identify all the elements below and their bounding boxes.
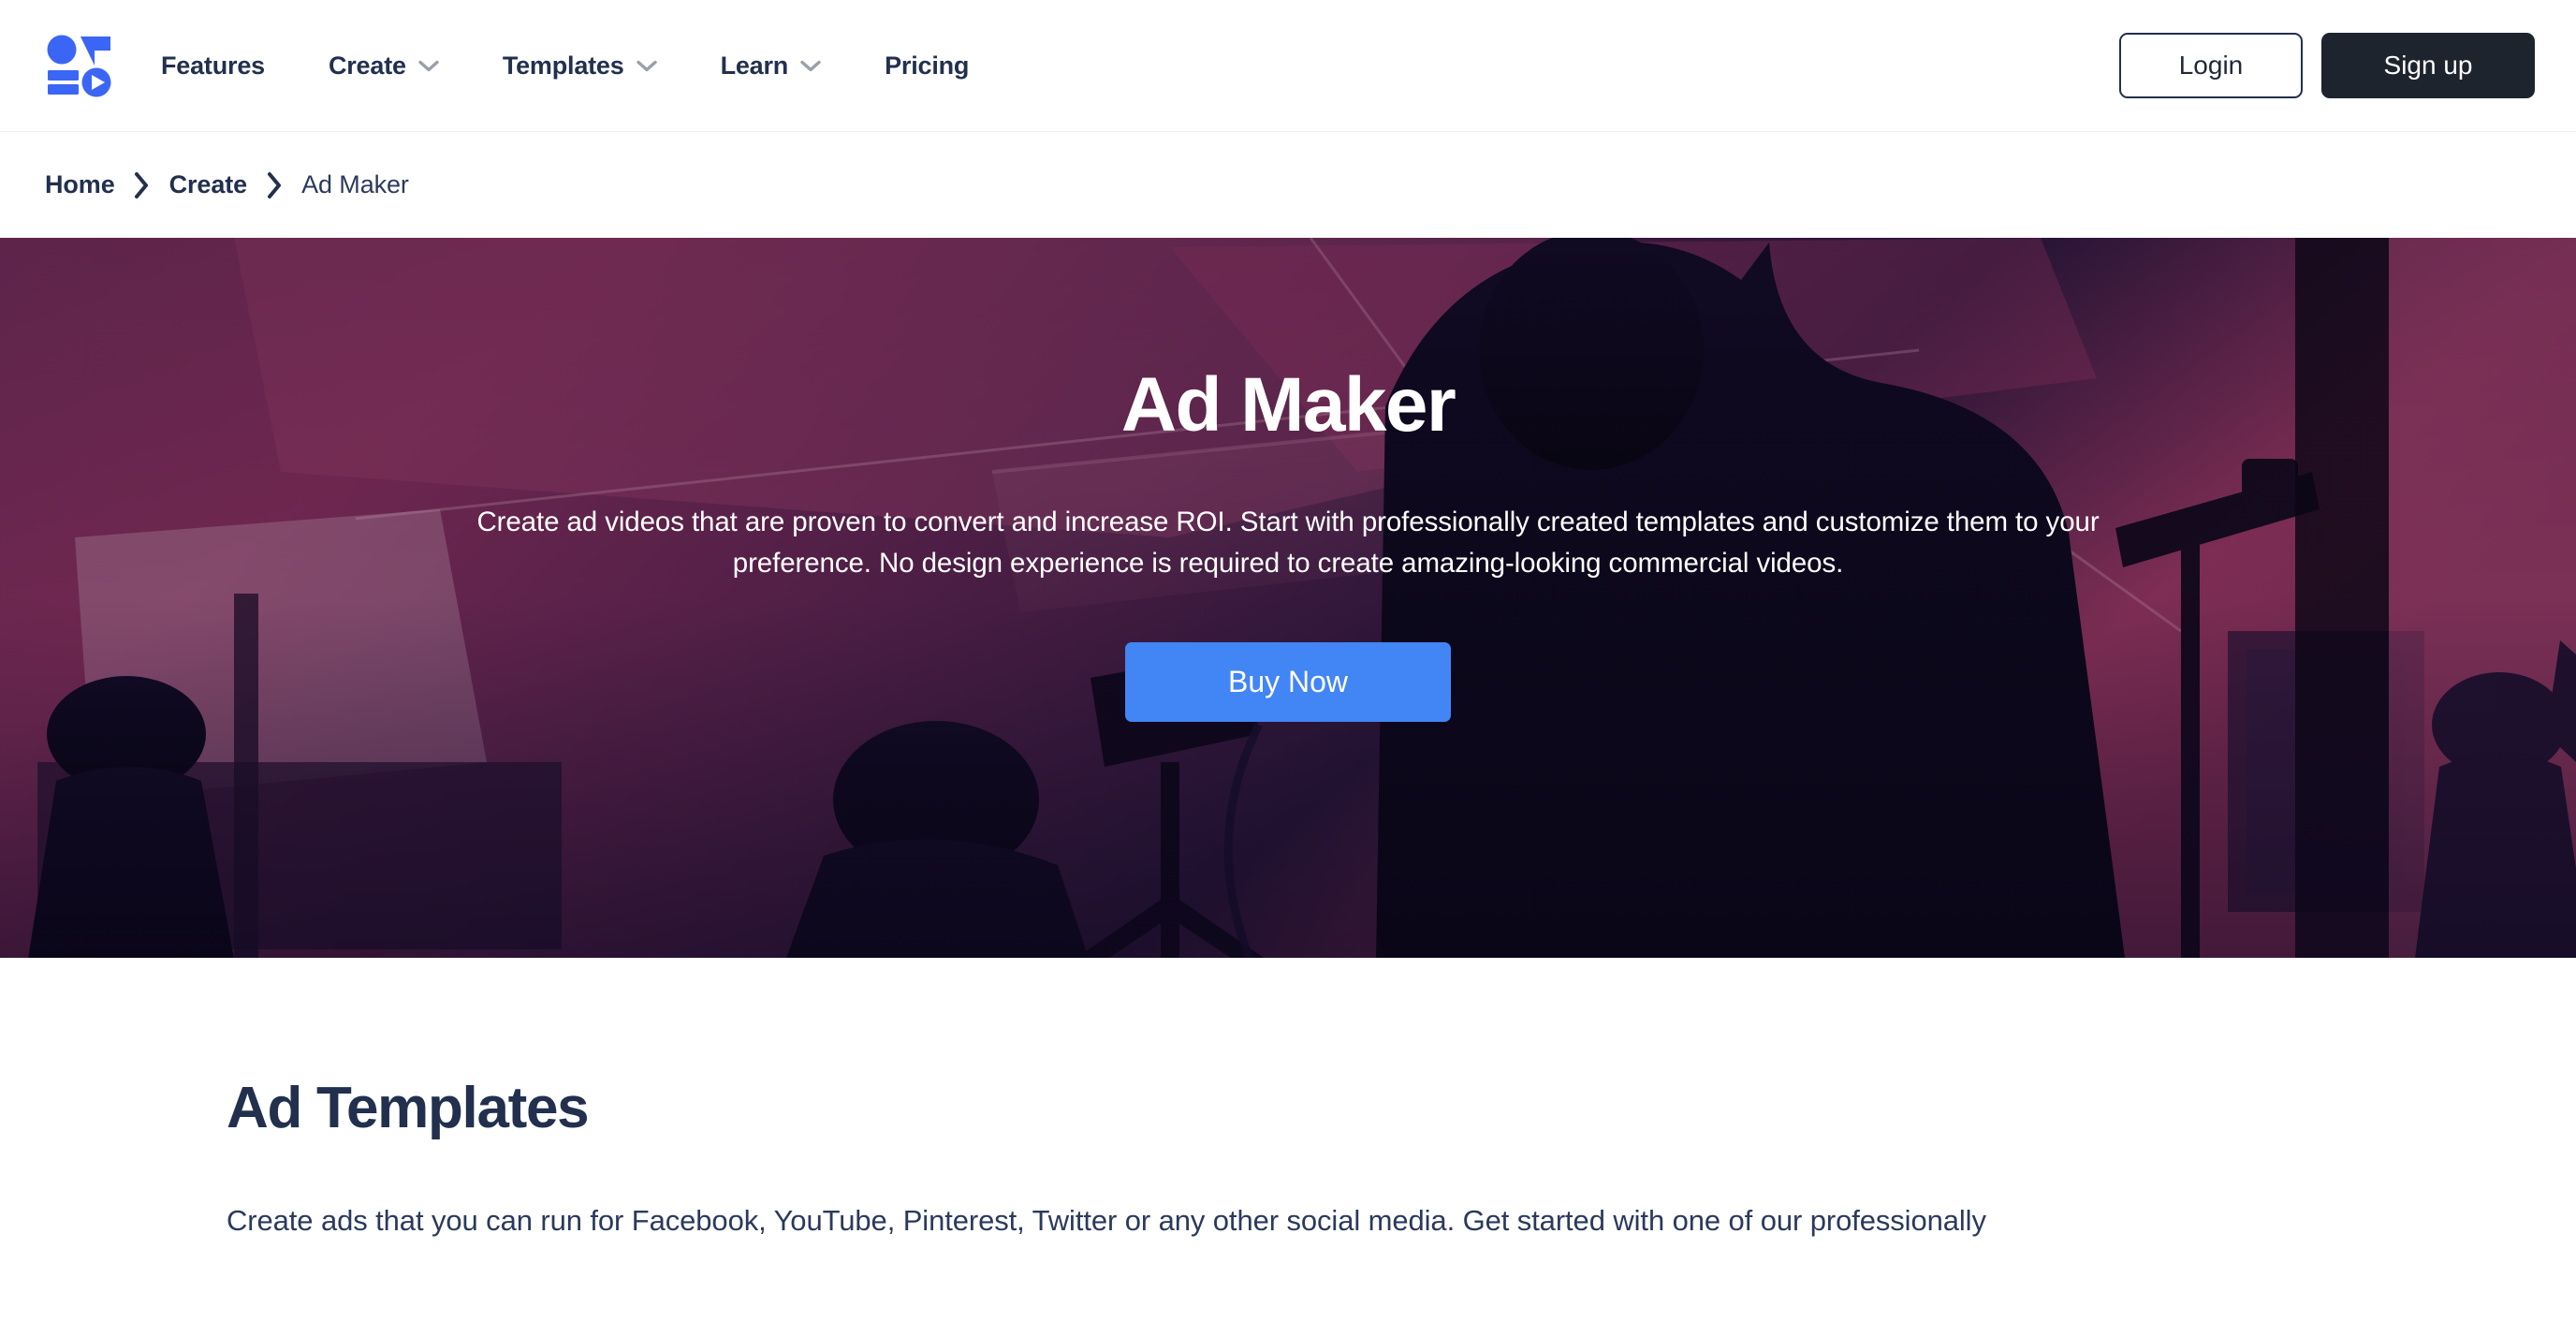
chevron-down-icon [418, 60, 439, 71]
invideo-logo-icon[interactable] [45, 32, 112, 99]
section-heading: Ad Templates [227, 1076, 590, 1140]
logo-glyph [47, 35, 111, 97]
hero-content: Ad Maker Create ad videos that are prove… [0, 238, 2576, 958]
breadcrumb-item-current: Ad Maker [301, 170, 409, 198]
breadcrumb: Home Create Ad Maker [0, 132, 2576, 238]
section-description: Create ads that you can run for Facebook… [227, 1204, 1986, 1238]
site-header: Features Create Templates Learn Pricing … [0, 0, 2576, 132]
chevron-right-icon [267, 171, 281, 198]
nav-item-label: Pricing [885, 51, 970, 80]
nav-item-label: Learn [720, 51, 789, 80]
nav-item-label: Features [161, 51, 265, 80]
nav-item-create[interactable]: Create [297, 51, 471, 81]
chevron-down-icon [800, 60, 821, 71]
signup-button[interactable]: Sign up [2321, 33, 2535, 98]
login-button[interactable]: Login [2119, 33, 2303, 98]
nav-item-learn[interactable]: Learn [689, 51, 854, 81]
page-title: Ad Maker [1120, 362, 1456, 448]
breadcrumb-item-home[interactable]: Home [45, 170, 115, 199]
nav-item-templates[interactable]: Templates [471, 51, 689, 81]
nav-item-label: Templates [502, 51, 624, 80]
chevron-down-icon [636, 60, 657, 71]
main-nav: Features Create Templates Learn Pricing [161, 51, 1001, 81]
nav-item-features[interactable]: Features [161, 51, 297, 81]
ad-templates-section: Ad Templates Create ads that you can run… [0, 958, 2576, 1243]
hero-banner: Ad Maker Create ad videos that are prove… [0, 238, 2576, 958]
buy-now-button[interactable]: Buy Now [1125, 642, 1451, 722]
breadcrumb-separator [115, 171, 169, 199]
nav-item-label: Create [328, 51, 406, 80]
header-actions: Login Sign up [2119, 33, 2535, 98]
breadcrumb-item-create[interactable]: Create [169, 170, 248, 199]
hero-subtitle: Create ad videos that are proven to conv… [476, 507, 2100, 579]
chevron-right-icon [135, 171, 149, 198]
breadcrumb-separator [247, 171, 301, 199]
nav-item-pricing[interactable]: Pricing [853, 51, 1001, 81]
